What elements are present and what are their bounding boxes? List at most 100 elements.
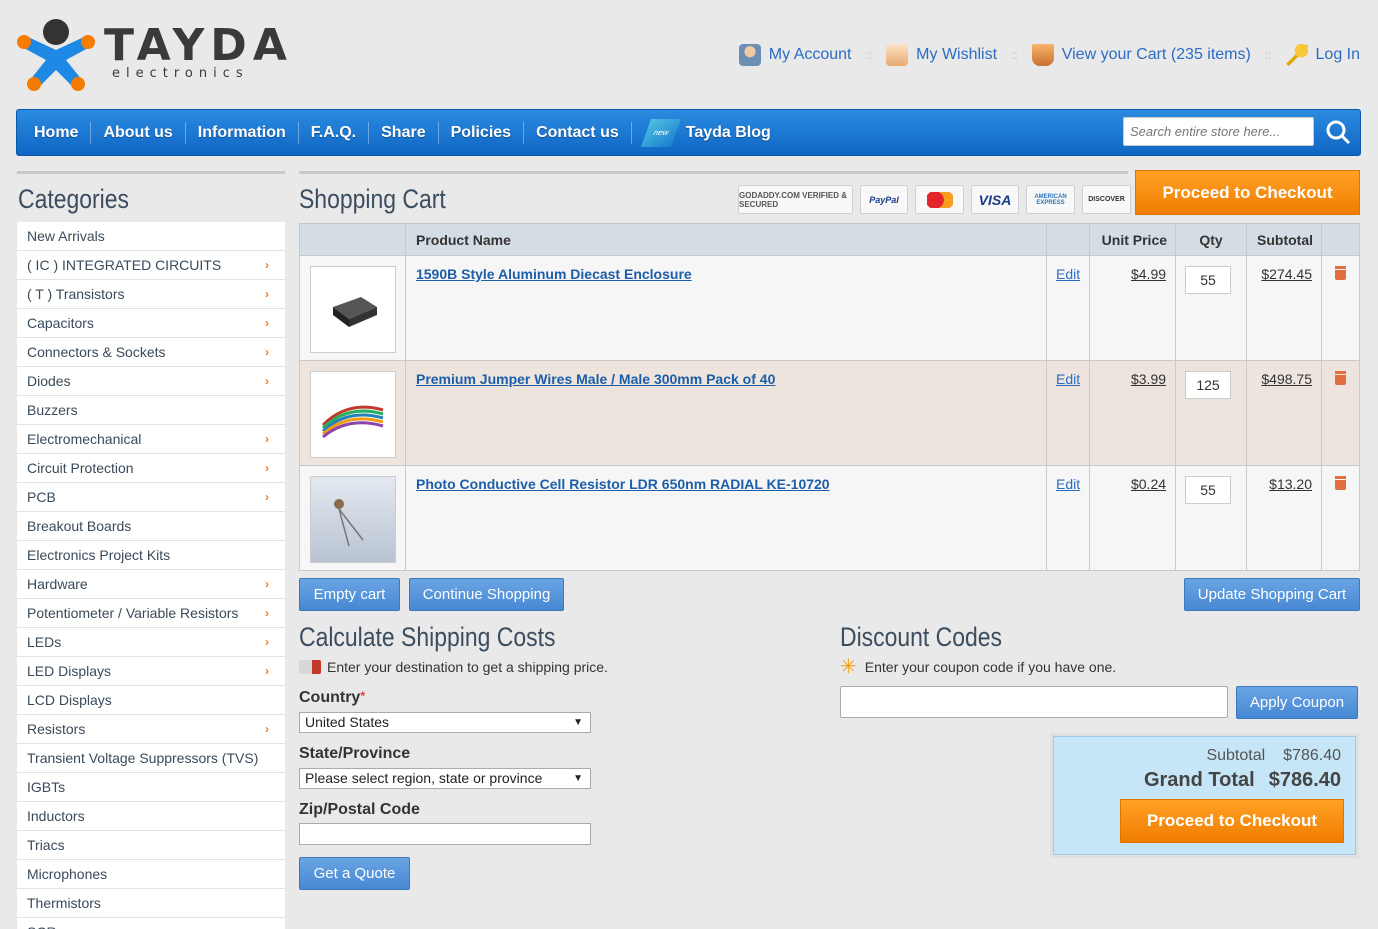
sidebar-item-label: Diodes [27, 373, 71, 389]
sidebar-item[interactable]: Connectors & Sockets › [17, 338, 285, 367]
shipping-hint: Enter your destination to get a shipping… [299, 659, 608, 675]
row-subtotal: $498.75 [1261, 371, 1312, 387]
truck-icon [299, 660, 321, 674]
search-icon[interactable] [1325, 119, 1351, 145]
nav-tayda-blog[interactable]: Tayda Blog [682, 122, 783, 144]
nav-policies[interactable]: Policies [439, 121, 525, 144]
coupon-input[interactable] [840, 686, 1228, 718]
product-image-enclosure[interactable] [310, 266, 396, 353]
shopping-cart-title: Shopping Cart [299, 184, 446, 214]
sidebar-item-label: SCRs [27, 924, 64, 929]
sidebar-item[interactable]: New Arrivals [17, 222, 285, 251]
jumper-wires-image [321, 405, 384, 438]
sidebar-item[interactable]: ( T ) Transistors › [17, 280, 285, 309]
state-select[interactable]: Please select region, state or province ▼ [299, 768, 591, 789]
sidebar-item[interactable]: IGBTs [17, 773, 285, 802]
view-cart-link[interactable]: View your Cart (235 items) [1031, 44, 1251, 66]
sidebar-item[interactable]: Circuit Protection › [17, 454, 285, 483]
trash-icon[interactable] [1335, 266, 1346, 280]
sidebar-item[interactable]: Buzzers [17, 396, 285, 425]
edit-link[interactable]: Edit [1056, 266, 1080, 282]
sidebar-item[interactable]: Triacs [17, 831, 285, 860]
product-name-link[interactable]: 1590B Style Aluminum Diecast Enclosure [406, 266, 692, 282]
sidebar-item[interactable]: Diodes › [17, 367, 285, 396]
update-shopping-cart-button[interactable]: Update Shopping Cart [1184, 578, 1360, 611]
sidebar-item-label: Connectors & Sockets [27, 344, 166, 360]
sidebar-item[interactable]: Microphones [17, 860, 285, 889]
zip-field[interactable] [299, 823, 591, 845]
nav-information[interactable]: Information [186, 121, 299, 144]
edit-link[interactable]: Edit [1056, 476, 1080, 492]
nav-home[interactable]: Home [17, 121, 92, 144]
log-in-link[interactable]: Log In [1285, 44, 1360, 66]
brand-name[interactable]: TAYDA [104, 24, 293, 68]
proceed-to-checkout-bottom-button[interactable]: Proceed to Checkout [1120, 799, 1344, 843]
col-image [299, 223, 406, 256]
subtotal-row: Subtotal $786.40 [1206, 747, 1341, 765]
proceed-to-checkout-top-button[interactable]: Proceed to Checkout [1135, 170, 1360, 215]
trash-icon[interactable] [1335, 476, 1346, 490]
godaddy-badge: GODADDY.COM VERIFIED & SECURED [738, 185, 853, 214]
my-account-link[interactable]: My Account [738, 44, 852, 66]
sidebar-item-label: Resistors [27, 721, 86, 737]
qty-input[interactable]: 125 [1185, 371, 1232, 399]
grand-total-row: Grand Total $786.40 [1144, 769, 1341, 792]
sidebar-item[interactable]: Thermistors [17, 889, 285, 918]
nav-about-us[interactable]: About us [91, 121, 186, 144]
enclosure-image [333, 296, 377, 327]
trash-icon[interactable] [1335, 371, 1346, 385]
sidebar-item[interactable]: PCB › [17, 483, 285, 512]
qty-input[interactable]: 55 [1185, 266, 1232, 294]
log-in-label: Log In [1315, 46, 1360, 63]
sidebar-item-label: IGBTs [27, 779, 66, 795]
nav-share[interactable]: Share [369, 121, 439, 144]
qty-input[interactable]: 55 [1185, 476, 1232, 504]
country-select[interactable]: United States ▼ [299, 712, 591, 733]
sidebar-item-label: PCB [27, 489, 56, 505]
sidebar-item[interactable]: Resistors › [17, 715, 285, 744]
sidebar-item[interactable]: Transient Voltage Suppressors (TVS) [17, 744, 285, 773]
product-image-jumper-wires[interactable] [310, 371, 396, 458]
empty-cart-button[interactable]: Empty cart [299, 578, 400, 611]
sidebar-item-label: Transient Voltage Suppressors (TVS) [27, 750, 259, 766]
search-input[interactable] [1123, 117, 1314, 146]
basket-icon [1031, 44, 1054, 66]
sidebar-item-label: LED Displays [27, 663, 112, 679]
sidebar-item[interactable]: LED Displays › [17, 657, 285, 686]
product-name-link[interactable]: Photo Conductive Cell Resistor LDR 650nm… [406, 476, 830, 492]
product-image-ldr[interactable] [310, 476, 396, 563]
sidebar-item-label: Electromechanical [27, 431, 142, 447]
ldr-image [334, 498, 364, 546]
sidebar-item[interactable]: Electronics Project Kits [17, 541, 285, 570]
edit-link[interactable]: Edit [1056, 371, 1080, 387]
sidebar-item[interactable]: SCRs [17, 918, 285, 929]
sidebar-item[interactable]: LEDs › [17, 628, 285, 657]
continue-shopping-button[interactable]: Continue Shopping [409, 578, 564, 611]
shipping-hint-text: Enter your destination to get a shipping… [327, 659, 608, 675]
tayda-logo-icon[interactable] [16, 18, 96, 92]
get-a-quote-button[interactable]: Get a Quote [299, 857, 410, 890]
sidebar-item[interactable]: Potentiometer / Variable Resistors › [17, 599, 285, 628]
unit-price: $3.99 [1130, 371, 1167, 387]
sidebar-item[interactable]: ( IC ) INTEGRATED CIRCUITS › [17, 251, 285, 280]
my-wishlist-link[interactable]: My Wishlist [886, 44, 997, 66]
nav-faq[interactable]: F.A.Q. [299, 121, 370, 144]
sidebar-item-label: ( T ) Transistors [27, 286, 125, 302]
apply-coupon-button[interactable]: Apply Coupon [1236, 686, 1358, 719]
sidebar-item[interactable]: Capacitors › [17, 309, 285, 338]
sidebar-item-label: Potentiometer / Variable Resistors [27, 605, 239, 621]
sidebar-item[interactable]: Breakout Boards [17, 512, 285, 541]
sidebar-item-label: Capacitors [27, 315, 94, 331]
product-name-link[interactable]: Premium Jumper Wires Male / Male 300mm P… [406, 371, 775, 387]
sidebar-item-label: Electronics Project Kits [27, 547, 171, 563]
chevron-right-icon: › [265, 287, 269, 301]
chevron-right-icon: › [265, 461, 269, 475]
sidebar-item[interactable]: LCD Displays [17, 686, 285, 715]
sidebar-item[interactable]: Hardware › [17, 570, 285, 599]
sidebar-item[interactable]: Inductors [17, 802, 285, 831]
nav-contact-us[interactable]: Contact us [524, 121, 632, 144]
separator: :: [865, 48, 873, 62]
sidebar-item[interactable]: Electromechanical › [17, 425, 285, 454]
state-label: State/Province [299, 745, 411, 762]
chevron-right-icon: › [265, 374, 269, 388]
